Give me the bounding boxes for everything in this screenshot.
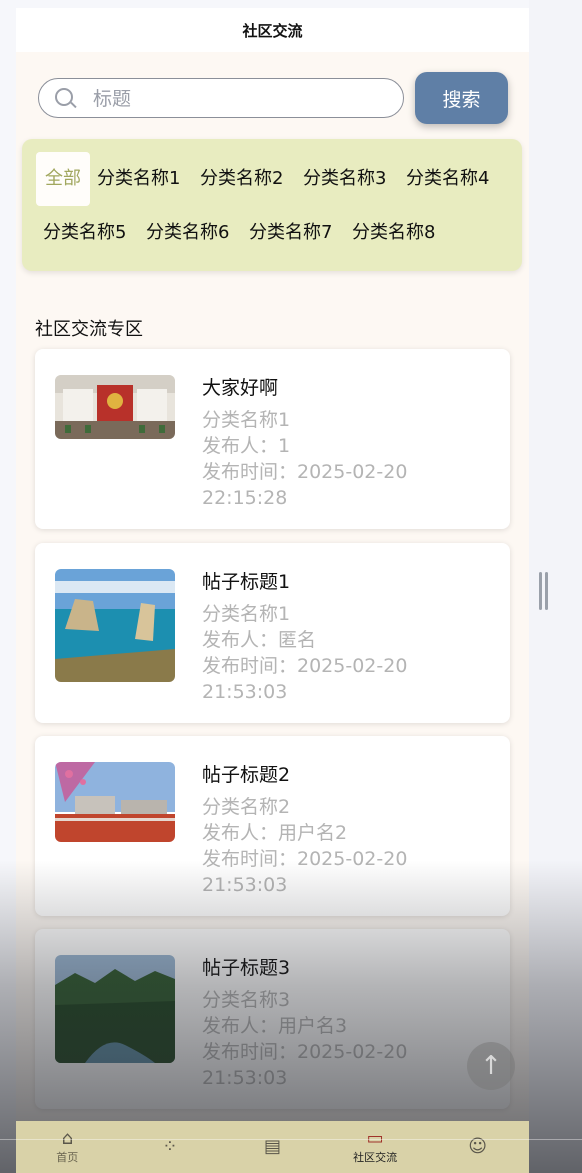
bottom-tab-bar: ⌂ 首页 ⁘ ▤ ▭ 社区交流 ☺ xyxy=(16,1121,529,1173)
post-card[interactable]: 帖子标题1 分类名称1 发布人：匿名 发布时间：2025-02-20 21:53… xyxy=(35,543,510,723)
tab-label: 首页 xyxy=(56,1151,79,1164)
category-panel: 全部 分类名称1 分类名称2 分类名称3 分类名称4 分类名称5 分类名称6 分… xyxy=(22,139,522,271)
app-screen: 社区交流 搜索 全部 分类名称1 分类名称2 分类名称3 分类名称4 分类名称5… xyxy=(16,8,529,1173)
post-thumbnail xyxy=(55,569,175,682)
post-category: 分类名称3 xyxy=(202,989,291,1011)
post-author: 发布人：用户名2 xyxy=(202,822,348,844)
post-meta: 分类名称2 发布人：用户名2 发布时间：2025-02-20 21:53:03 xyxy=(202,794,462,898)
post-thumbnail xyxy=(55,375,175,439)
post-title: 大家好啊 xyxy=(202,377,279,399)
section-title: 社区交流专区 xyxy=(35,319,143,340)
post-title: 帖子标题3 xyxy=(202,957,291,979)
post-time: 发布时间：2025-02-20 xyxy=(202,655,408,677)
right-margin xyxy=(529,0,582,1173)
post-meta: 分类名称1 发布人：匿名 发布时间：2025-02-20 21:53:03 xyxy=(202,601,462,705)
tab-home[interactable]: ⌂ 首页 xyxy=(16,1121,119,1173)
category-item-1[interactable]: 分类名称1 xyxy=(97,157,180,201)
category-item-6[interactable]: 分类名称6 xyxy=(146,211,229,255)
search-button[interactable]: 搜索 xyxy=(415,72,508,124)
user-icon: ☺ xyxy=(468,1136,488,1157)
post-time-clock: 22:15:28 xyxy=(202,487,288,509)
search-box[interactable] xyxy=(38,78,404,118)
tab-board[interactable]: ▤ xyxy=(221,1121,324,1173)
category-item-5[interactable]: 分类名称5 xyxy=(43,211,126,255)
category-all[interactable]: 全部 xyxy=(36,152,90,206)
category-item-7[interactable]: 分类名称7 xyxy=(249,211,332,255)
post-card[interactable]: 帖子标题3 分类名称3 发布人：用户名3 发布时间：2025-02-20 21:… xyxy=(35,929,510,1109)
post-time: 发布时间：2025-02-20 xyxy=(202,848,408,870)
post-card[interactable]: 帖子标题2 分类名称2 发布人：用户名2 发布时间：2025-02-20 21:… xyxy=(35,736,510,916)
search-icon xyxy=(55,88,73,106)
grid-icon: ⁘ xyxy=(162,1136,178,1157)
post-author: 发布人：用户名3 xyxy=(202,1015,348,1037)
post-card[interactable]: 大家好啊 分类名称1 发布人：1 发布时间：2025-02-20 22:15:2… xyxy=(35,349,510,529)
post-time: 发布时间：2025-02-20 xyxy=(202,1041,408,1063)
post-time-clock: 21:53:03 xyxy=(202,1067,288,1089)
post-category: 分类名称1 xyxy=(202,603,291,625)
page-title: 社区交流 xyxy=(16,8,529,52)
post-thumbnail xyxy=(55,762,175,842)
post-time-clock: 21:53:03 xyxy=(202,681,288,703)
post-meta: 分类名称1 发布人：1 发布时间：2025-02-20 22:15:28 xyxy=(202,407,462,511)
tab-grid[interactable]: ⁘ xyxy=(119,1121,222,1173)
tab-label: 社区交流 xyxy=(353,1151,398,1164)
tab-community[interactable]: ▭ 社区交流 xyxy=(324,1121,427,1173)
post-category: 分类名称2 xyxy=(202,796,291,818)
category-item-3[interactable]: 分类名称3 xyxy=(303,157,386,201)
post-author: 发布人：1 xyxy=(202,435,291,457)
search-row: 搜索 xyxy=(38,72,508,128)
category-item-2[interactable]: 分类名称2 xyxy=(200,157,283,201)
scroll-handle-left[interactable] xyxy=(539,572,542,610)
search-input[interactable] xyxy=(91,79,395,118)
post-title: 帖子标题1 xyxy=(202,571,291,593)
post-meta: 分类名称3 发布人：用户名3 发布时间：2025-02-20 21:53:03 xyxy=(202,987,462,1091)
post-time: 发布时间：2025-02-20 xyxy=(202,461,408,483)
tab-profile[interactable]: ☺ xyxy=(426,1121,529,1173)
scroll-handle-right[interactable] xyxy=(545,572,548,610)
category-item-8[interactable]: 分类名称8 xyxy=(352,211,435,255)
post-author: 发布人：匿名 xyxy=(202,629,317,651)
post-time-clock: 21:53:03 xyxy=(202,874,288,896)
category-item-4[interactable]: 分类名称4 xyxy=(406,157,489,201)
divider xyxy=(0,1139,582,1140)
post-title: 帖子标题2 xyxy=(202,764,291,786)
arrow-up-icon: ↑ xyxy=(480,1051,502,1081)
post-category: 分类名称1 xyxy=(202,409,291,431)
post-thumbnail xyxy=(55,955,175,1063)
board-icon: ▤ xyxy=(263,1136,281,1157)
back-to-top-button[interactable]: ↑ xyxy=(467,1042,515,1090)
